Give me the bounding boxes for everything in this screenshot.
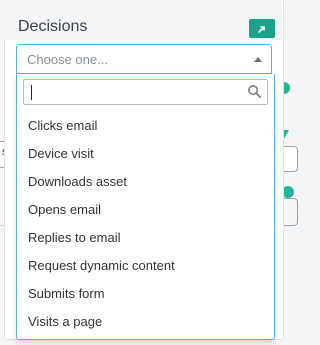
option-item[interactable]: Submits form bbox=[17, 280, 274, 308]
option-item[interactable]: Downloads asset bbox=[17, 168, 274, 196]
expand-button[interactable] bbox=[249, 19, 275, 38]
option-item[interactable]: Clicks email bbox=[17, 112, 274, 140]
decision-dropdown: Clicks email Device visit Downloads asse… bbox=[16, 74, 275, 340]
options-list: Clicks email Device visit Downloads asse… bbox=[17, 112, 274, 336]
option-item[interactable]: Device visit bbox=[17, 140, 274, 168]
search-box[interactable] bbox=[23, 79, 268, 105]
expand-arrow-icon bbox=[258, 25, 265, 33]
search-input[interactable] bbox=[24, 80, 245, 104]
panel-title: Decisions bbox=[18, 18, 88, 35]
caret-up-icon[interactable] bbox=[254, 57, 262, 62]
select-placeholder: Choose one... bbox=[27, 52, 108, 67]
text-cursor bbox=[31, 85, 32, 100]
option-item[interactable]: Visits a page bbox=[17, 308, 274, 336]
option-item[interactable]: Opens email bbox=[17, 196, 274, 224]
decision-select[interactable]: Choose one... bbox=[16, 44, 272, 74]
option-item[interactable]: Request dynamic content bbox=[17, 252, 274, 280]
search-icon bbox=[248, 85, 262, 99]
option-item[interactable]: Replies to email bbox=[17, 224, 274, 252]
